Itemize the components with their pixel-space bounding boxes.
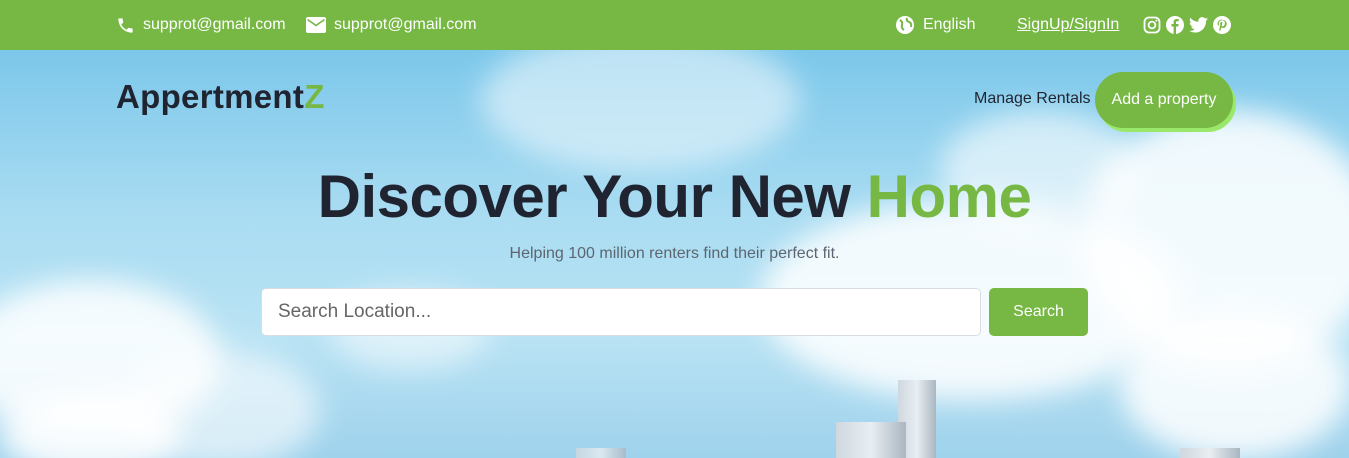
phone-email-text: supprot@gmail.com — [143, 16, 286, 33]
hero-section: AppertmentZ Manage Rentals Add a propert… — [0, 50, 1349, 458]
site-logo[interactable]: AppertmentZ — [116, 78, 325, 116]
building-decoration — [1180, 448, 1240, 458]
logo-accent: Z — [304, 78, 325, 115]
language-label: English — [923, 16, 976, 33]
building-decoration — [576, 448, 626, 458]
pinterest-icon[interactable] — [1213, 16, 1231, 34]
contact-mail[interactable]: supprot@gmail.com — [306, 0, 477, 50]
cloud-decoration — [1120, 310, 1349, 458]
facebook-icon[interactable] — [1166, 16, 1184, 34]
headline-accent: Home — [866, 163, 1032, 230]
add-property-button[interactable]: Add a property — [1095, 72, 1233, 128]
top-bar: supprot@gmail.com supprot@gmail.com Engl… — [0, 0, 1349, 50]
mail-icon — [306, 17, 326, 33]
cloud-decoration — [480, 50, 800, 170]
mail-email-text: supprot@gmail.com — [334, 16, 477, 33]
building-decoration — [836, 422, 906, 458]
contact-phone[interactable]: supprot@gmail.com — [116, 0, 286, 50]
language-selector[interactable]: English — [895, 0, 975, 50]
manage-rentals-link[interactable]: Manage Rentals — [974, 90, 1091, 108]
signup-signin-link[interactable]: SignUp/SignIn — [1017, 0, 1119, 50]
twitter-icon[interactable] — [1189, 17, 1208, 33]
logo-text: Appertment — [116, 78, 305, 115]
globe-icon — [895, 15, 915, 35]
instagram-icon[interactable] — [1143, 16, 1161, 34]
phone-icon — [116, 16, 135, 35]
hero-headline: Discover Your New Home — [0, 162, 1349, 231]
social-links — [1143, 0, 1231, 50]
headline-main: Discover Your New — [317, 163, 851, 230]
search-location-input[interactable] — [261, 288, 981, 336]
hero-subtitle: Helping 100 million renters find their p… — [509, 245, 840, 262]
search-button[interactable]: Search — [989, 288, 1088, 336]
